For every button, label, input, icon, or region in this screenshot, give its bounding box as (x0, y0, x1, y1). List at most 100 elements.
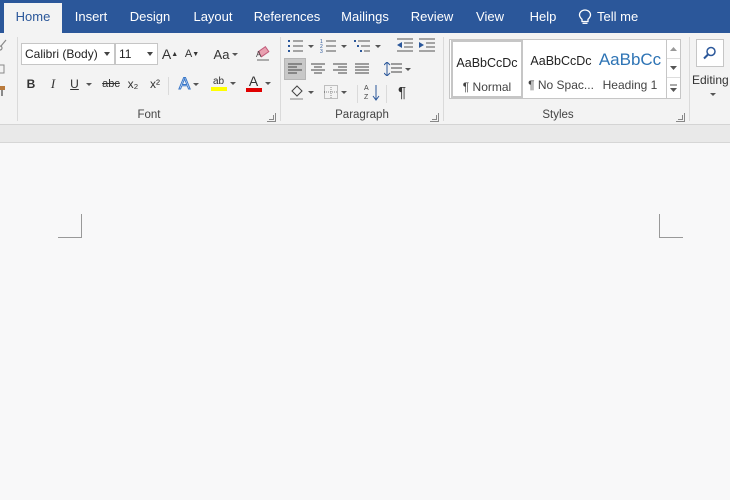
chevron-down-icon (147, 52, 153, 56)
style-heading-1[interactable]: AaBbCc Heading 1 (595, 40, 665, 98)
justify-icon (355, 63, 369, 74)
line-spacing-button[interactable] (382, 58, 412, 80)
find-button[interactable] (696, 39, 724, 67)
document-top-gap (0, 125, 730, 143)
tell-me-label: Tell me (597, 9, 639, 24)
chevron-down-icon (229, 81, 236, 85)
editing-button[interactable]: Editing (692, 37, 730, 105)
tab-help[interactable]: Help (522, 0, 564, 33)
chevron-up-icon (670, 47, 677, 51)
styles-gallery: AaBbCcDc ¶ Normal AaBbCcDc ¶ No Spac... … (449, 39, 681, 99)
superscript-button[interactable]: x² (146, 73, 164, 95)
tab-review[interactable]: Review (406, 0, 458, 33)
grow-font-button[interactable]: A ▲ (162, 43, 178, 65)
shading-button[interactable] (286, 81, 316, 103)
numbering-icon[interactable]: 1 2 3 (320, 37, 348, 55)
gallery-down-button[interactable] (667, 59, 680, 78)
show-marks-button[interactable]: ¶ (392, 81, 412, 103)
style-normal[interactable]: AaBbCcDc ¶ Normal (451, 40, 523, 98)
group-separator (443, 37, 444, 121)
chevron-down-icon (340, 90, 347, 94)
tab-insert[interactable]: Insert (66, 0, 116, 33)
document-page[interactable] (0, 143, 730, 500)
chevron-down-icon (232, 52, 239, 56)
pilcrow-icon: ¶ (397, 83, 407, 101)
crop-mark-right (659, 214, 683, 238)
underline-button[interactable]: U (66, 73, 96, 95)
tab-mailings[interactable]: Mailings (334, 0, 396, 33)
divider (386, 85, 387, 103)
font-dialog-launcher[interactable] (267, 113, 276, 122)
search-icon (703, 46, 716, 60)
font-color-button[interactable]: A (242, 72, 274, 94)
chevron-down-icon (85, 82, 92, 86)
change-case-label: Aa (213, 46, 230, 62)
font-family-combo[interactable]: Calibri (Body) (21, 43, 115, 65)
font-color-label: A (248, 73, 259, 89)
strikethrough-button[interactable]: abc (100, 73, 122, 95)
text-effects-button[interactable]: A (174, 73, 204, 95)
tab-layout[interactable]: Layout (186, 0, 240, 33)
line-spacing-icon (383, 62, 402, 76)
lightbulb-icon (578, 8, 592, 24)
gallery-up-button[interactable] (667, 40, 680, 59)
font-family-value: Calibri (Body) (25, 47, 98, 61)
align-left-button[interactable] (284, 58, 306, 80)
copy-icon[interactable] (0, 63, 8, 75)
font-color-bar (245, 88, 262, 92)
paragraph-dialog-launcher[interactable] (430, 113, 439, 122)
ribbon-home: Calibri (Body) 11 A ▲ A ▼ Aa A B I U abc… (0, 33, 730, 125)
format-painter-icon[interactable] (0, 85, 8, 97)
paint-bucket-icon (289, 85, 303, 100)
subscript-label: x₂ (127, 77, 139, 91)
gallery-more-button[interactable] (667, 78, 680, 97)
bold-label: B (26, 77, 36, 91)
chevron-down-icon (307, 90, 314, 94)
font-size-combo[interactable]: 11 (115, 43, 158, 65)
font-size-value: 11 (119, 47, 132, 61)
subscript-button[interactable]: x₂ (124, 73, 142, 95)
align-right-button[interactable] (330, 58, 350, 80)
chevron-down-icon (193, 82, 200, 86)
paragraph-group-label: Paragraph (335, 109, 389, 121)
svg-text:A: A (256, 50, 262, 59)
cut-icon[interactable] (0, 39, 8, 51)
bold-button[interactable]: B (22, 73, 40, 95)
divider (168, 77, 169, 95)
word-window: Home Insert Design Layout References Mai… (0, 0, 730, 500)
multilevel-list-icon[interactable] (353, 37, 383, 55)
highlight-button[interactable]: ab (206, 72, 240, 94)
svg-text:A: A (364, 85, 369, 92)
font-group-label: Font (137, 109, 161, 121)
strikethrough-label: abc (102, 78, 120, 90)
chevron-down-icon (264, 81, 271, 85)
styles-dialog-launcher[interactable] (676, 113, 685, 122)
bullets-icon[interactable] (287, 37, 315, 55)
tab-design[interactable]: Design (124, 0, 176, 33)
chevron-down-icon (104, 52, 110, 56)
decrease-indent-icon[interactable] (396, 37, 414, 53)
clear-formatting-icon[interactable]: A (255, 46, 273, 62)
sort-button[interactable]: A Z (362, 81, 382, 103)
sort-icon: A Z (364, 85, 380, 101)
highlight-label: ab (212, 75, 225, 87)
font-color-icon: A (245, 73, 262, 92)
shrink-font-button[interactable]: A ▼ (184, 43, 200, 65)
change-case-button[interactable]: Aa (210, 43, 242, 65)
underline-label: U (70, 77, 79, 91)
borders-button[interactable] (320, 81, 350, 103)
increase-indent-icon[interactable] (418, 37, 436, 53)
style-no-spacing[interactable]: AaBbCcDc ¶ No Spac... (525, 40, 597, 98)
style-preview: AaBbCcDc (456, 56, 518, 70)
italic-button[interactable]: I (44, 73, 62, 95)
tab-references[interactable]: References (250, 0, 324, 33)
shrink-font-label: A (184, 48, 193, 60)
highlight-color-bar (210, 86, 227, 91)
tell-me-button[interactable]: Tell me (578, 0, 644, 33)
justify-button[interactable] (352, 58, 372, 80)
ribbon-tab-bar: Home Insert Design Layout References Mai… (0, 0, 730, 33)
tab-view[interactable]: View (468, 0, 512, 33)
align-center-button[interactable] (308, 58, 328, 80)
tab-home[interactable]: Home (4, 3, 62, 33)
group-separator (280, 37, 281, 121)
